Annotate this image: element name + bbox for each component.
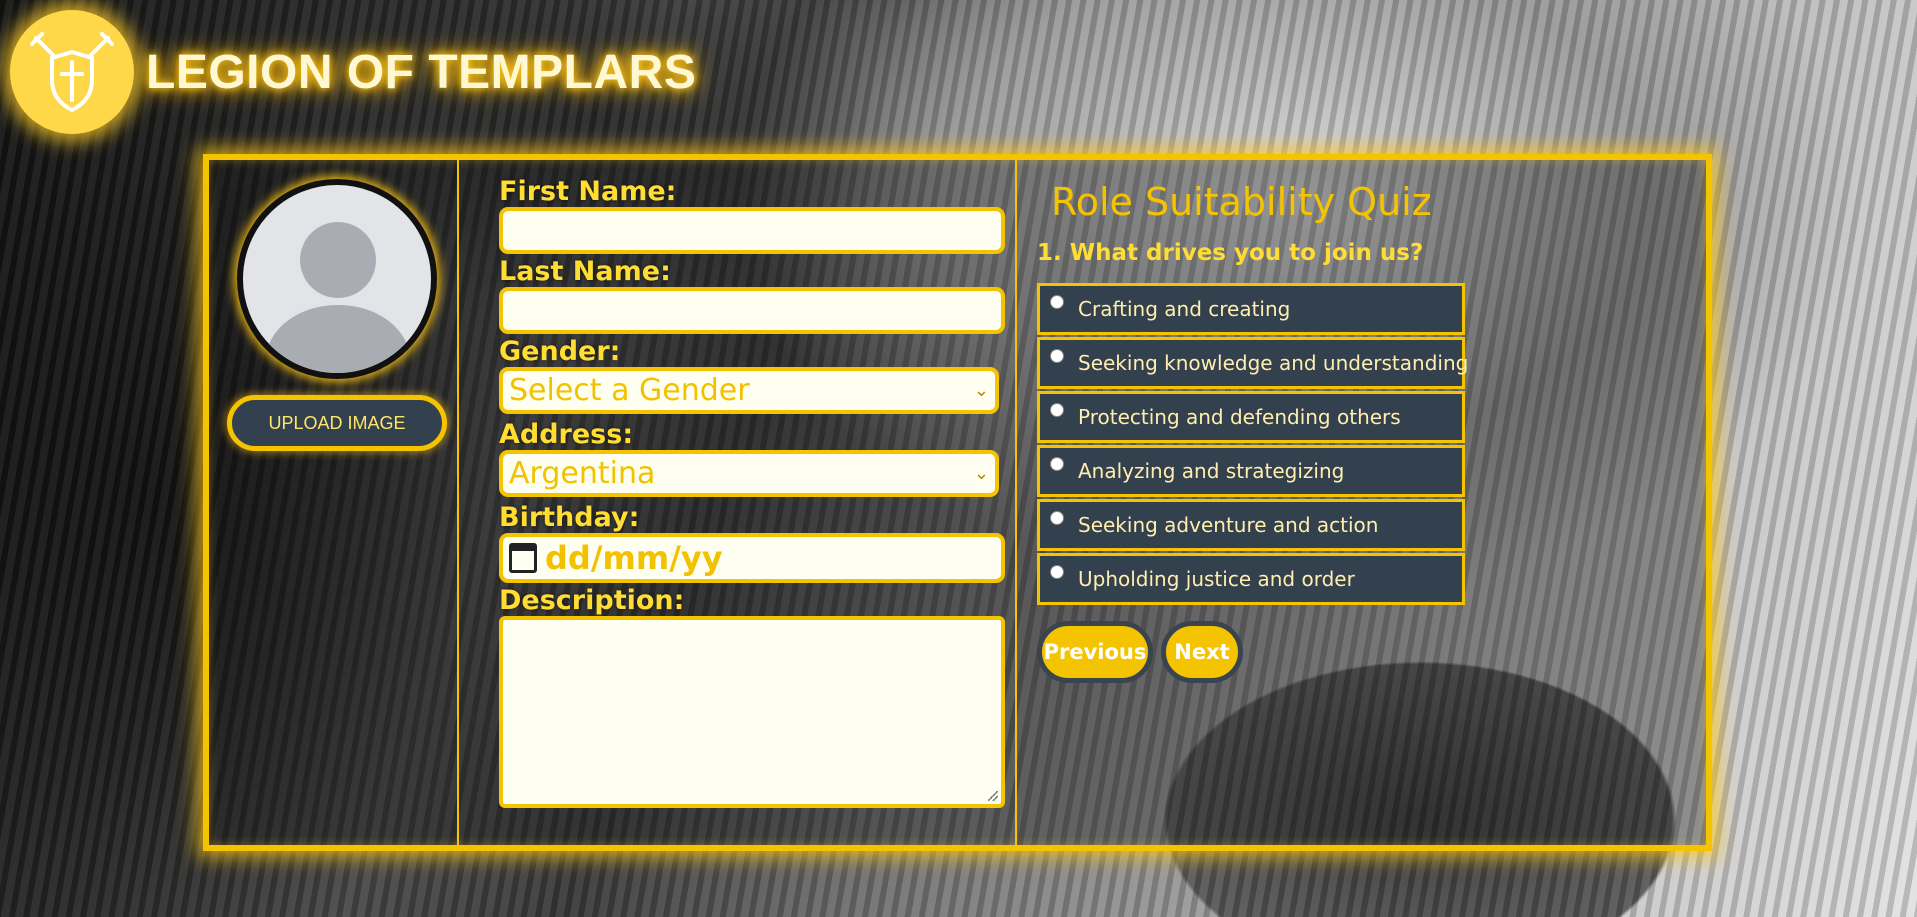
previous-button[interactable]: Previous — [1037, 621, 1153, 683]
user-avatar-icon — [237, 179, 437, 379]
quiz-question: 1. What drives you to join us? — [1037, 240, 1424, 266]
header: LEGION OF TEMPLARS — [10, 10, 696, 134]
quiz-option-label: Analyzing and strategizing — [1078, 459, 1345, 483]
upload-image-button[interactable]: UPLOAD IMAGE — [227, 395, 447, 451]
last-name-field[interactable] — [499, 287, 1005, 334]
radio-button[interactable] — [1050, 457, 1064, 471]
quiz-option[interactable]: Crafting and creating — [1037, 283, 1465, 335]
last-name-label: Last Name: — [499, 256, 671, 287]
calendar-icon[interactable] — [509, 543, 537, 573]
form-column: First Name: Last Name: Gender: Select a … — [461, 160, 1017, 845]
quiz-options: Crafting and creating Seeking knowledge … — [1037, 283, 1469, 607]
chevron-down-icon: ⌄ — [973, 380, 989, 401]
brand-title: LEGION OF TEMPLARS — [146, 45, 697, 99]
quiz-option-label: Protecting and defending others — [1078, 405, 1401, 429]
quiz-option-label: Seeking knowledge and understanding — [1078, 351, 1469, 375]
radio-button[interactable] — [1050, 565, 1064, 579]
gender-label: Gender: — [499, 336, 621, 367]
radio-button[interactable] — [1050, 349, 1064, 363]
birthday-field[interactable]: dd/mm/yy — [499, 533, 1005, 583]
quiz-option-label: Seeking adventure and action — [1078, 513, 1379, 537]
next-button[interactable]: Next — [1161, 621, 1243, 683]
chevron-down-icon: ⌄ — [973, 463, 989, 484]
resize-handle-icon[interactable] — [988, 791, 998, 801]
description-field[interactable] — [499, 616, 1005, 808]
quiz-option[interactable]: Upholding justice and order — [1037, 553, 1465, 605]
profile-form: First Name: Last Name: Gender: Select a … — [499, 178, 1005, 808]
gender-selected-value: Select a Gender — [509, 373, 750, 408]
radio-button[interactable] — [1050, 511, 1064, 525]
gender-select[interactable]: Select a Gender ⌄ — [499, 367, 999, 414]
birthday-label: Birthday: — [499, 502, 640, 533]
first-name-label: First Name: — [499, 176, 677, 207]
radio-button[interactable] — [1050, 295, 1064, 309]
shield-crossed-swords-icon — [10, 10, 134, 134]
address-label: Address: — [499, 419, 634, 450]
quiz-option[interactable]: Analyzing and strategizing — [1037, 445, 1465, 497]
quiz-option[interactable]: Seeking knowledge and understanding — [1037, 337, 1469, 389]
quiz-option-label: Upholding justice and order — [1078, 567, 1355, 591]
address-selected-value: Argentina — [509, 456, 656, 491]
description-label: Description: — [499, 585, 685, 616]
avatar-body — [266, 305, 410, 373]
quiz-column: Role Suitability Quiz 1. What drives you… — [1019, 160, 1706, 845]
quiz-navigation: Previous Next — [1037, 621, 1251, 683]
first-name-field[interactable] — [499, 207, 1005, 254]
profile-column: UPLOAD IMAGE — [209, 160, 459, 845]
quiz-option[interactable]: Seeking adventure and action — [1037, 499, 1465, 551]
avatar-head — [300, 222, 376, 298]
registration-panel: UPLOAD IMAGE First Name: Last Name: Gend… — [203, 154, 1712, 851]
radio-button[interactable] — [1050, 403, 1064, 417]
quiz-option[interactable]: Protecting and defending others — [1037, 391, 1465, 443]
quiz-option-label: Crafting and creating — [1078, 297, 1291, 321]
address-select[interactable]: Argentina ⌄ — [499, 450, 999, 497]
quiz-title: Role Suitability Quiz — [1051, 180, 1432, 224]
birthday-placeholder: dd/mm/yy — [545, 539, 723, 577]
